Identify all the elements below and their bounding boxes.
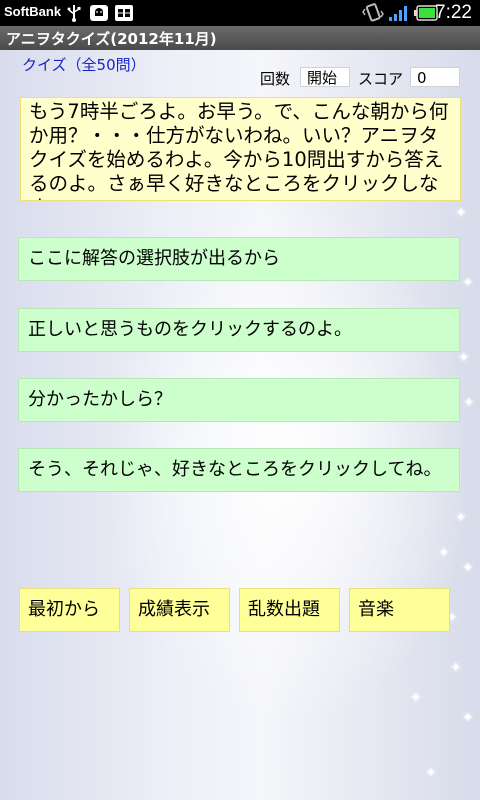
sparkle-icon: ✦	[455, 510, 467, 526]
sim-icon	[114, 4, 134, 22]
sparkle-icon: ✦	[458, 350, 470, 366]
title-bar: アニヲタクイズ(2012年11月)	[0, 26, 480, 51]
quiz-count-label: クイズ（全50問）	[22, 56, 146, 74]
choice-3-button[interactable]: 分かったかしら？	[18, 378, 460, 422]
show-results-button[interactable]: 成績表示	[129, 588, 230, 632]
sparkle-icon: ✦	[438, 545, 450, 561]
choice-4-button[interactable]: そう、それじゃ、好きなところをクリックしてね。	[18, 448, 460, 492]
restart-button[interactable]: 最初から	[19, 588, 120, 632]
message-box[interactable]: もう7時半ごろよ。お早う。で、こんな朝から何か用？・・・仕方がないわね。いい？ア…	[20, 97, 461, 201]
sparkle-icon: ✦	[462, 560, 474, 576]
clock: 7:22	[435, 2, 472, 23]
content-area: ✦ ✦ ✦ ✦ ✦ ✦ ✦ ✦ ✦ ✦ ✦ ✦ クイズ（全50問） 回数 開始 …	[0, 50, 480, 800]
carrier-label: SoftBank	[4, 4, 62, 19]
sparkle-icon: ✦	[410, 690, 422, 706]
round-label: 回数	[260, 70, 291, 88]
choice-1-button[interactable]: ここに解答の選択肢が出るから	[18, 237, 460, 281]
score-value: 0	[410, 67, 460, 87]
sparkle-icon: ✦	[425, 765, 437, 781]
music-button[interactable]: 音楽	[349, 588, 450, 632]
choice-2-button[interactable]: 正しいと思うものをクリックするのよ。	[18, 308, 460, 352]
signal-icon	[388, 4, 410, 22]
round-value: 開始	[300, 67, 350, 87]
sparkle-icon: ✦	[462, 710, 474, 726]
sparkle-icon: ✦	[450, 660, 462, 676]
random-question-button[interactable]: 乱数出題	[239, 588, 340, 632]
score-label: スコア	[358, 70, 404, 88]
android-debug-icon	[89, 4, 109, 22]
usb-icon	[66, 4, 82, 22]
vibrate-icon	[362, 3, 384, 22]
sparkle-icon: ✦	[462, 275, 474, 291]
app-title: アニヲタクイズ(2012年11月)	[6, 30, 217, 48]
sparkle-icon: ✦	[463, 395, 475, 411]
sparkle-icon: ✦	[455, 205, 467, 221]
status-bar: SoftBank 7:22	[0, 0, 480, 26]
